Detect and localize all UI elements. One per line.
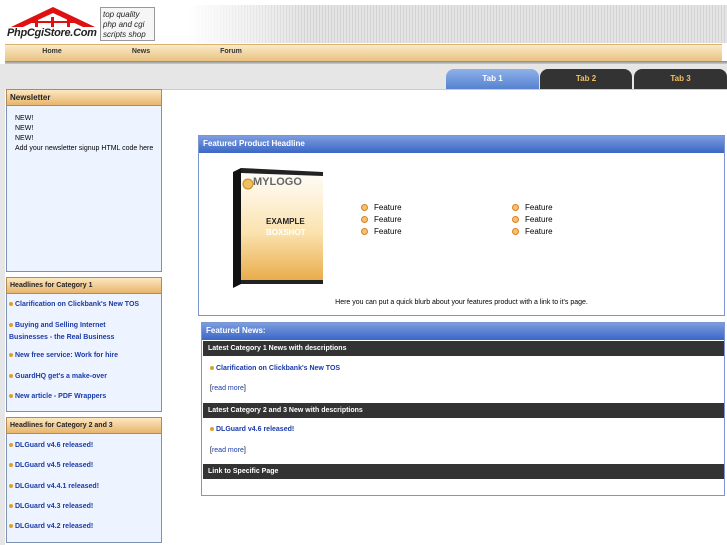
bullet-icon [9, 484, 13, 489]
bullet-icon [9, 394, 13, 399]
feature-bullet-icon [361, 204, 368, 212]
product-blurb: Here you can put a quick blurb about you… [335, 299, 588, 306]
nav-forum[interactable]: Forum [201, 48, 261, 55]
category23-link[interactable]: DLGuard v4.4.1 released! [9, 481, 159, 493]
category1-link[interactable]: Buying and Selling Internet Businesses -… [9, 320, 129, 344]
bullet-icon [9, 353, 13, 358]
category1-link[interactable]: New free service: Work for hire [9, 350, 159, 362]
bullet-icon [9, 443, 13, 448]
tab-1[interactable]: Tab 1 [446, 69, 539, 89]
tagline-line: scripts shop [103, 30, 146, 39]
feature-bullet-icon [512, 228, 519, 236]
nav-bar: Home News Forum [5, 44, 722, 61]
category1-link[interactable]: Clarification on Clickbank's New TOS [9, 299, 159, 311]
newsletter-line: NEW! [15, 135, 34, 142]
tagline-box: top quality php and cgi scripts shop [100, 7, 155, 41]
feature-item: Feature [361, 227, 402, 236]
news-link[interactable]: DLGuard v4.6 released! [210, 426, 294, 433]
tab-3[interactable]: Tab 3 [634, 69, 727, 89]
feature-bullet-icon [361, 228, 368, 236]
feature-bullet-icon [512, 204, 519, 212]
feature-item: Feature [361, 203, 402, 212]
featured-news-title: Featured News: [202, 323, 724, 340]
feature-bullet-icon [512, 216, 519, 224]
newsletter-box: NEW! NEW! NEW! Add your newsletter signu… [6, 106, 162, 272]
category23-link[interactable]: DLGuard v4.3 released! [9, 501, 159, 513]
nav-news[interactable]: News [111, 48, 171, 55]
feature-item: Feature [361, 215, 402, 224]
tagline-line: top quality [103, 10, 140, 19]
featured-product-headline: Featured Product Headline [199, 136, 724, 153]
bullet-icon [210, 427, 214, 432]
box-line1: EXAMPLE [266, 217, 305, 226]
newsletter-line: NEW! [15, 125, 34, 132]
category1-link[interactable]: GuardHQ get's a make-over [9, 371, 159, 383]
nav-home[interactable]: Home [22, 48, 82, 55]
tab-bar-divider [162, 89, 727, 90]
category23-link[interactable]: DLGuard v4.2 released! [9, 521, 159, 533]
header-banner [187, 5, 727, 43]
feature-bullet-icon [361, 216, 368, 224]
logo-text: PhpCgiStore.Com [7, 27, 97, 39]
newsletter-line: Add your newsletter signup HTML code her… [15, 145, 154, 152]
bullet-icon [9, 504, 13, 509]
bullet-icon [9, 374, 13, 379]
news-link[interactable]: Clarification on Clickbank's New TOS [210, 365, 340, 372]
category23-title: Headlines for Category 2 and 3 [6, 417, 162, 434]
feature-item: Feature [512, 227, 553, 236]
feature-item: Feature [512, 203, 553, 212]
box-line2: BOXSHOT [266, 228, 306, 237]
category1-link[interactable]: New article - PDF Wrappers [9, 391, 159, 403]
bullet-icon [9, 323, 13, 328]
feature-item: Feature [512, 215, 553, 224]
newsletter-line: NEW! [15, 115, 34, 122]
box-logo: MYLOGO [253, 176, 302, 188]
category23-link[interactable]: DLGuard v4.6 released! [9, 440, 159, 452]
category1-title: Headlines for Category 1 [6, 277, 162, 294]
bullet-icon [210, 366, 214, 371]
left-gutter [0, 64, 5, 545]
tagline-line: php and cgi [103, 20, 145, 29]
news-section-title[interactable]: Link to Specific Page [203, 464, 724, 479]
bullet-icon [9, 302, 13, 307]
read-more-link[interactable]: [read more] [210, 447, 246, 454]
news-section-title: Latest Category 2 and 3 New with descrip… [203, 403, 724, 418]
category23-link[interactable]: DLGuard v4.5 released! [9, 460, 159, 472]
newsletter-title: Newsletter [6, 89, 162, 106]
tab-2[interactable]: Tab 2 [540, 69, 632, 89]
news-section-title: Latest Category 1 News with descriptions [203, 341, 724, 356]
bullet-icon [9, 524, 13, 529]
bullet-icon [9, 463, 13, 468]
read-more-link[interactable]: [read more] [210, 385, 246, 392]
